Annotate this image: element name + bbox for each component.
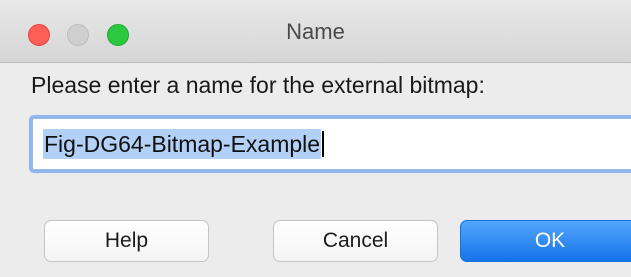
cancel-button[interactable]: Cancel [273, 220, 438, 262]
name-input-field[interactable]: Fig-DG64-Bitmap-Example [32, 118, 631, 170]
name-input-content: Fig-DG64-Bitmap-Example [43, 129, 325, 159]
name-dialog-window: Name Please enter a name for the externa… [0, 0, 631, 277]
ok-button[interactable]: OK [460, 220, 631, 262]
text-caret [322, 131, 325, 157]
prompt-label: Please enter a name for the external bit… [31, 72, 485, 98]
name-input-value: Fig-DG64-Bitmap-Example [43, 129, 322, 159]
title-bar[interactable]: Name [0, 0, 631, 63]
help-button[interactable]: Help [44, 220, 209, 262]
window-title: Name [286, 19, 345, 44]
